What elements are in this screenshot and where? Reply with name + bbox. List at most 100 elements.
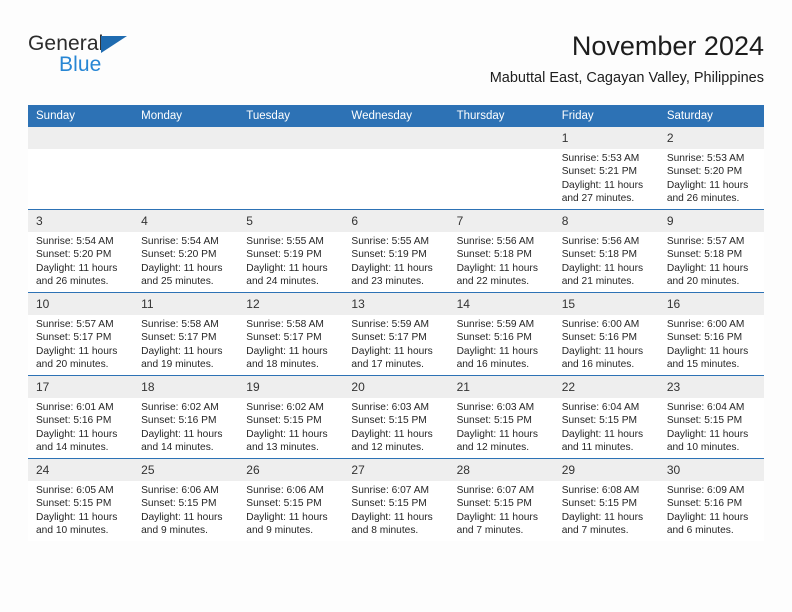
calendar-day-cell[interactable]: 2 Sunrise: 5:53 AM Sunset: 5:20 PM Daylight…	[658, 127, 764, 210]
calendar-day-cell[interactable]: 30 Sunrise: 6:09 AM Sunset: 5:16 PM Dayligh…	[658, 458, 764, 541]
sunrise-text: Sunrise: 6:00 AM	[561, 319, 640, 330]
day-details: Sunrise: 5:59 AM Sunset: 5:17 PM Daylight:…	[343, 315, 448, 372]
weekday-header-thursday: Thursday	[448, 105, 554, 127]
calendar-body: 1 Sunrise: 5:53 AM Sunset: 5:21 PM Daylight…	[28, 127, 764, 541]
day-cell-inner: 28 Sunrise: 6:07 AM Sunset: 5:15 PM Dayligh…	[448, 459, 554, 541]
calendar-day-cell[interactable]: 14 Sunrise: 5:59 AM Sunset: 5:16 PM Dayligh…	[448, 292, 554, 376]
day-details: Sunrise: 5:56 AM Sunset: 5:18 PM Daylight:…	[554, 232, 659, 289]
daylight-text: Daylight: 11 hours and 14 minutes.	[36, 428, 118, 454]
calendar-day-cell[interactable]: 25 Sunrise: 6:06 AM Sunset: 5:15 PM Dayligh…	[133, 458, 239, 541]
calendar-day-cell[interactable]: 28 Sunrise: 6:07 AM Sunset: 5:15 PM Dayligh…	[448, 458, 554, 541]
day-details: Sunrise: 6:04 AM Sunset: 5:15 PM Daylight:…	[554, 398, 659, 455]
calendar-day-cell[interactable]: 29 Sunrise: 6:08 AM Sunset: 5:15 PM Dayligh…	[553, 458, 659, 541]
sunset-text: Sunset: 5:15 PM	[456, 498, 532, 510]
sunset-text: Sunset: 5:15 PM	[561, 498, 638, 510]
daylight-text: Daylight: 11 hours and 21 minutes.	[561, 262, 644, 288]
day-number: 27	[343, 459, 449, 481]
daylight-text: Daylight: 11 hours and 25 minutes.	[141, 262, 223, 288]
calendar-day-cell[interactable]: 22 Sunrise: 6:04 AM Sunset: 5:15 PM Dayligh…	[553, 375, 659, 459]
day-details: Sunrise: 5:55 AM Sunset: 5:19 PM Daylight:…	[238, 232, 343, 289]
calendar-day-cell[interactable]: 19 Sunrise: 6:02 AM Sunset: 5:15 PM Dayligh…	[238, 375, 344, 459]
calendar-day-cell[interactable]: 13 Sunrise: 5:59 AM Sunset: 5:17 PM Dayligh…	[343, 292, 449, 376]
calendar-day-cell[interactable]: 17 Sunrise: 6:01 AM Sunset: 5:16 PM Dayligh…	[28, 375, 134, 459]
day-number: 21	[448, 376, 554, 398]
calendar-day-cell[interactable]: 20 Sunrise: 6:03 AM Sunset: 5:15 PM Dayligh…	[343, 375, 449, 459]
day-number: 6	[343, 210, 449, 232]
day-cell-inner: 27 Sunrise: 6:07 AM Sunset: 5:15 PM Dayligh…	[343, 459, 449, 541]
daylight-text: Daylight: 11 hours and 23 minutes.	[351, 262, 433, 288]
calendar-day-cell[interactable]: 1 Sunrise: 5:53 AM Sunset: 5:21 PM Daylight…	[553, 127, 659, 210]
calendar-day-cell[interactable]: 4 Sunrise: 5:54 AM Sunset: 5:20 PM Daylight…	[133, 209, 239, 293]
sunset-text: Sunset: 5:15 PM	[141, 498, 217, 510]
sunset-text: Sunset: 5:15 PM	[246, 415, 322, 427]
day-cell-inner: 26 Sunrise: 6:06 AM Sunset: 5:15 PM Dayligh…	[238, 459, 344, 541]
daylight-text: Daylight: 11 hours and 14 minutes.	[141, 428, 223, 454]
sunrise-text: Sunrise: 6:05 AM	[36, 485, 114, 496]
calendar-day-cell[interactable]: 7 Sunrise: 5:56 AM Sunset: 5:18 PM Daylight…	[448, 209, 554, 293]
day-details: Sunrise: 6:09 AM Sunset: 5:16 PM Daylight:…	[659, 481, 764, 538]
sunset-text: Sunset: 5:20 PM	[36, 249, 112, 261]
daylight-text: Daylight: 11 hours and 26 minutes.	[666, 179, 749, 205]
day-details: Sunrise: 6:06 AM Sunset: 5:15 PM Daylight:…	[133, 481, 238, 538]
day-cell-inner: 29 Sunrise: 6:08 AM Sunset: 5:15 PM Dayligh…	[553, 459, 659, 541]
sunrise-text: Sunrise: 6:00 AM	[666, 319, 745, 330]
day-details: Sunrise: 5:53 AM Sunset: 5:20 PM Daylight:…	[659, 149, 764, 206]
calendar-day-cell[interactable]: 5 Sunrise: 5:55 AM Sunset: 5:19 PM Daylight…	[238, 209, 344, 293]
calendar-day-cell[interactable]: 23 Sunrise: 6:04 AM Sunset: 5:15 PM Dayligh…	[658, 375, 764, 459]
sunset-text: Sunset: 5:15 PM	[456, 415, 532, 427]
day-details: Sunrise: 6:02 AM Sunset: 5:15 PM Daylight:…	[238, 398, 343, 455]
day-number: 26	[238, 459, 344, 481]
day-number: 28	[448, 459, 554, 481]
day-cell-inner: 8 Sunrise: 5:56 AM Sunset: 5:18 PM Daylight…	[553, 210, 659, 292]
daylight-text: Daylight: 11 hours and 24 minutes.	[246, 262, 328, 288]
day-cell-inner: 20 Sunrise: 6:03 AM Sunset: 5:15 PM Dayligh…	[343, 376, 449, 458]
calendar-day-cell[interactable]: 10 Sunrise: 5:57 AM Sunset: 5:17 PM Dayligh…	[28, 292, 134, 376]
sunrise-text: Sunrise: 5:57 AM	[36, 319, 114, 330]
sunrise-text: Sunrise: 5:58 AM	[141, 319, 219, 330]
day-number: 16	[658, 293, 764, 315]
calendar-day-cell[interactable]: 21 Sunrise: 6:03 AM Sunset: 5:15 PM Dayligh…	[448, 375, 554, 459]
day-cell-inner: 9 Sunrise: 5:57 AM Sunset: 5:18 PM Daylight…	[658, 210, 764, 292]
calendar-day-cell[interactable]: 3 Sunrise: 5:54 AM Sunset: 5:20 PM Daylight…	[28, 209, 134, 293]
calendar-day-cell[interactable]: 26 Sunrise: 6:06 AM Sunset: 5:15 PM Dayligh…	[238, 458, 344, 541]
sunrise-text: Sunrise: 5:55 AM	[351, 236, 430, 247]
sunset-text: Sunset: 5:15 PM	[666, 415, 743, 427]
sunrise-text: Sunrise: 6:02 AM	[246, 402, 324, 413]
daylight-text: Daylight: 11 hours and 10 minutes.	[666, 428, 749, 454]
day-number: 11	[133, 293, 239, 315]
daylight-text: Daylight: 11 hours and 8 minutes.	[351, 511, 433, 537]
day-cell-inner	[28, 127, 134, 209]
calendar-day-cell[interactable]: 16 Sunrise: 6:00 AM Sunset: 5:16 PM Dayligh…	[658, 292, 764, 376]
sunrise-text: Sunrise: 6:09 AM	[666, 485, 745, 496]
weekday-header-saturday: Saturday	[658, 105, 764, 127]
page-subtitle: Mabuttal East, Cagayan Valley, Philippin…	[489, 70, 764, 86]
sunset-text: Sunset: 5:17 PM	[351, 332, 427, 344]
day-details: Sunrise: 6:05 AM Sunset: 5:15 PM Daylight:…	[28, 481, 133, 538]
page-title: November 2024	[571, 31, 764, 61]
sunrise-sunset-calendar: Sunday Monday Tuesday Wednesday Thursday Frid…	[28, 105, 764, 541]
calendar-day-cell-empty	[28, 127, 134, 210]
day-cell-inner: 5 Sunrise: 5:55 AM Sunset: 5:19 PM Daylight…	[238, 210, 344, 292]
calendar-day-cell[interactable]: 9 Sunrise: 5:57 AM Sunset: 5:18 PM Daylight…	[658, 209, 764, 293]
calendar-day-cell[interactable]: 6 Sunrise: 5:55 AM Sunset: 5:19 PM Daylight…	[343, 209, 449, 293]
calendar-day-cell[interactable]: 24 Sunrise: 6:05 AM Sunset: 5:15 PM Dayligh…	[28, 458, 134, 541]
day-number: 8	[553, 210, 659, 232]
calendar-day-cell-empty	[133, 127, 239, 210]
sunset-text: Sunset: 5:17 PM	[36, 332, 112, 344]
calendar-day-cell[interactable]: 27 Sunrise: 6:07 AM Sunset: 5:15 PM Dayligh…	[343, 458, 449, 541]
calendar-day-cell[interactable]: 15 Sunrise: 6:00 AM Sunset: 5:16 PM Dayligh…	[553, 292, 659, 376]
day-cell-inner: 15 Sunrise: 6:00 AM Sunset: 5:16 PM Dayligh…	[553, 293, 659, 375]
calendar-day-cell[interactable]: 8 Sunrise: 5:56 AM Sunset: 5:18 PM Daylight…	[553, 209, 659, 293]
sunrise-text: Sunrise: 6:06 AM	[141, 485, 219, 496]
daylight-text: Daylight: 11 hours and 9 minutes.	[141, 511, 223, 537]
calendar-day-cell[interactable]: 12 Sunrise: 5:58 AM Sunset: 5:17 PM Dayligh…	[238, 292, 344, 376]
daylight-text: Daylight: 11 hours and 12 minutes.	[351, 428, 433, 454]
sunset-text: Sunset: 5:16 PM	[36, 415, 112, 427]
calendar-week-row: 17 Sunrise: 6:01 AM Sunset: 5:16 PM Dayligh…	[28, 375, 764, 459]
calendar-day-cell[interactable]: 11 Sunrise: 5:58 AM Sunset: 5:17 PM Dayligh…	[133, 292, 239, 376]
title-block: November 2024 Mabuttal East, Cagayan Val…	[490, 30, 764, 87]
daylight-text: Daylight: 11 hours and 9 minutes.	[246, 511, 328, 537]
calendar-day-cell[interactable]: 18 Sunrise: 6:02 AM Sunset: 5:16 PM Dayligh…	[133, 375, 239, 459]
day-cell-inner: 6 Sunrise: 5:55 AM Sunset: 5:19 PM Daylight…	[343, 210, 449, 292]
daylight-text: Daylight: 11 hours and 11 minutes.	[561, 428, 644, 454]
